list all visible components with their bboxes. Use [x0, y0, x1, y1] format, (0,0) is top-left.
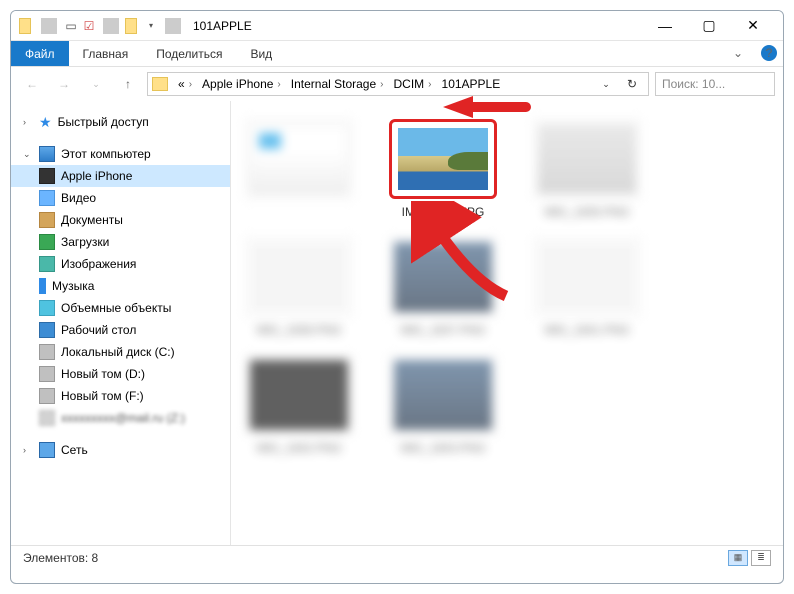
nav-3d-objects[interactable]: Объемные объекты — [11, 297, 230, 319]
explorer-window: ▭ ☑ ▾ 101APPLE — ▢ ✕ Файл Главная Подели… — [10, 10, 784, 584]
nav-desktop[interactable]: Рабочий стол — [11, 319, 230, 341]
minimize-button[interactable]: — — [643, 12, 687, 40]
nav-documents[interactable]: Документы — [11, 209, 230, 231]
folder-icon — [152, 77, 168, 91]
breadcrumb-seg[interactable]: 101APPLE — [438, 77, 505, 91]
view-details-button[interactable]: ≣ — [751, 550, 771, 566]
maximize-button[interactable]: ▢ — [687, 12, 731, 40]
nav-local-c[interactable]: Локальный диск (C:) — [11, 341, 230, 363]
search-input[interactable]: Поиск: 10... — [655, 72, 775, 96]
qat-dropdown-icon[interactable]: ▾ — [143, 18, 159, 34]
nav-quick-access[interactable]: ›★Быстрый доступ — [11, 111, 230, 133]
help-icon[interactable]: ? — [761, 45, 777, 61]
tab-home[interactable]: Главная — [69, 41, 143, 66]
nav-new-d[interactable]: Новый том (D:) — [11, 363, 230, 385]
checkbox-icon[interactable]: ☑ — [81, 18, 97, 34]
separator — [103, 18, 119, 34]
file-item[interactable]: IMG_1842.PNG — [243, 355, 355, 455]
up-button[interactable]: ↑ — [115, 71, 141, 97]
window-title: 101APPLE — [193, 19, 643, 33]
body: ›★Быстрый доступ ⌄Этот компьютер Apple i… — [11, 101, 783, 545]
navigation-pane[interactable]: ›★Быстрый доступ ⌄Этот компьютер Apple i… — [11, 101, 231, 545]
nav-pictures[interactable]: Изображения — [11, 253, 230, 275]
address-bar-row: ← → ⌄ ↑ «› Apple iPhone› Internal Storag… — [11, 67, 783, 101]
breadcrumb-prefix[interactable]: «› — [174, 77, 196, 91]
window-controls: — ▢ ✕ — [643, 12, 775, 40]
breadcrumb-seg[interactable]: Internal Storage› — [287, 77, 388, 91]
separator — [165, 18, 181, 34]
tab-share[interactable]: Поделиться — [142, 41, 236, 66]
file-item[interactable]: IMG_1835.PNG — [531, 119, 643, 219]
ribbon-tabs: Файл Главная Поделиться Вид ⌄ ? — [11, 41, 783, 67]
file-item[interactable] — [243, 119, 355, 219]
file-item[interactable]: IMG_1843.PNG — [387, 355, 499, 455]
quick-access-toolbar: ▭ ☑ ▾ — [19, 18, 185, 34]
folder-icon — [125, 18, 141, 34]
breadcrumb-dropdown-icon[interactable]: ⌄ — [594, 72, 618, 96]
ribbon-expand-icon[interactable]: ⌄ — [733, 46, 743, 60]
nav-network[interactable]: ›Сеть — [11, 439, 230, 461]
nav-music[interactable]: ♪Музыка — [11, 275, 230, 297]
item-count: Элементов: 8 — [23, 551, 98, 565]
folder-icon — [19, 18, 35, 34]
history-dropdown[interactable]: ⌄ — [83, 71, 109, 97]
nav-this-pc[interactable]: ⌄Этот компьютер — [11, 143, 230, 165]
breadcrumb-seg[interactable]: Apple iPhone› — [198, 77, 285, 91]
nav-video[interactable]: Видео — [11, 187, 230, 209]
file-item-selected[interactable]: IMG_1833.JPG — [387, 119, 499, 219]
close-button[interactable]: ✕ — [731, 12, 775, 40]
back-button[interactable]: ← — [19, 71, 45, 97]
status-bar: Элементов: 8 ▦ ≣ — [11, 545, 783, 569]
tab-file[interactable]: Файл — [11, 41, 69, 66]
breadcrumb-seg[interactable]: DCIM› — [390, 77, 436, 91]
properties-icon[interactable]: ▭ — [63, 18, 79, 34]
view-thumbnails-button[interactable]: ▦ — [728, 550, 748, 566]
nav-new-f[interactable]: Новый том (F:) — [11, 385, 230, 407]
refresh-icon[interactable]: ↻ — [620, 72, 644, 96]
content-pane[interactable]: IMG_1833.JPG IMG_1835.PNG IMG_1836.PNG I… — [231, 101, 783, 545]
separator — [41, 18, 57, 34]
nav-mail-z[interactable]: xxxxxxxxx@mail.ru (Z:) — [11, 407, 230, 429]
view-mode-buttons: ▦ ≣ — [728, 550, 771, 566]
forward-button[interactable]: → — [51, 71, 77, 97]
file-item[interactable]: IMG_1836.PNG — [243, 237, 355, 337]
nav-downloads[interactable]: Загрузки — [11, 231, 230, 253]
file-item[interactable]: IMG_1837.PNG — [387, 237, 499, 337]
nav-apple-iphone[interactable]: Apple iPhone — [11, 165, 230, 187]
tab-view[interactable]: Вид — [236, 41, 286, 66]
breadcrumb[interactable]: «› Apple iPhone› Internal Storage› DCIM›… — [147, 72, 649, 96]
titlebar: ▭ ☑ ▾ 101APPLE — ▢ ✕ — [11, 11, 783, 41]
file-item[interactable]: IMG_1841.PNG — [531, 237, 643, 337]
